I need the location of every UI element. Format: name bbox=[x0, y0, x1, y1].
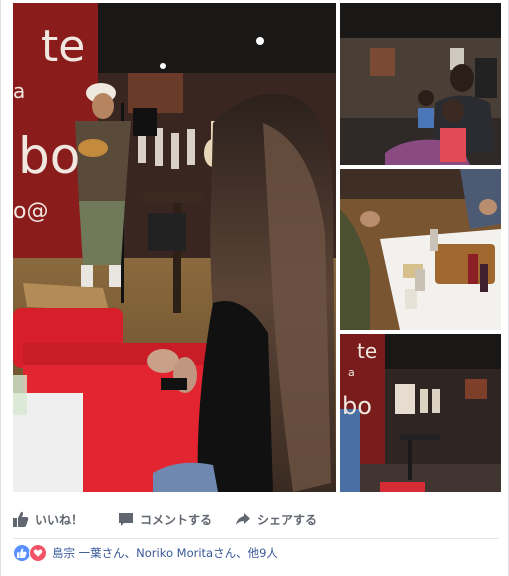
love-reaction-icon bbox=[29, 544, 47, 562]
comment-label: コメントする bbox=[140, 512, 213, 527]
share-label: シェアする bbox=[257, 512, 318, 527]
share-icon bbox=[236, 513, 250, 525]
photo-main[interactable]: te a bo o@ bbox=[13, 3, 336, 492]
like-button[interactable]: いいね！ bbox=[13, 511, 118, 528]
photo-thumb-4-scene: te a bo bbox=[340, 334, 501, 492]
sign-text-a-thumb: a bbox=[348, 366, 355, 379]
comment-button[interactable]: コメントする bbox=[118, 511, 235, 528]
sign-text-bo: bo bbox=[18, 127, 80, 185]
sign-text-te: te bbox=[41, 21, 85, 72]
photo-thumb-2[interactable] bbox=[340, 3, 501, 165]
photo-thumb-3-scene bbox=[340, 169, 501, 330]
facebook-post: te a bo o@ te a bo いいね！ コメントする シェアする 島宗 … bbox=[0, 0, 509, 576]
photo-grid: te a bo o@ te a bo bbox=[13, 3, 501, 492]
sign-text-te-thumb: te bbox=[357, 339, 377, 363]
comment-icon bbox=[119, 513, 133, 526]
reactions-summary[interactable]: 島宗 一葉さん、Noriko Moritaさん、他9人 bbox=[13, 542, 278, 564]
post-action-bar: いいね！ コメントする シェアする bbox=[13, 504, 499, 534]
thumbs-up-icon bbox=[13, 511, 29, 527]
share-button[interactable]: シェアする bbox=[235, 511, 355, 528]
photo-thumb-2-scene bbox=[340, 3, 501, 165]
divider bbox=[13, 538, 499, 539]
sign-text-bo-thumb: bo bbox=[342, 392, 372, 420]
like-label: いいね！ bbox=[35, 512, 84, 527]
reactions-text: 島宗 一葉さん、Noriko Moritaさん、他9人 bbox=[52, 546, 278, 560]
sign-text-a: a bbox=[13, 79, 25, 103]
sign-text-at: o@ bbox=[13, 199, 48, 224]
photo-thumb-3[interactable] bbox=[340, 169, 501, 330]
photo-main-scene: te a bo o@ bbox=[13, 3, 336, 492]
photo-thumb-4[interactable]: te a bo bbox=[340, 334, 501, 492]
